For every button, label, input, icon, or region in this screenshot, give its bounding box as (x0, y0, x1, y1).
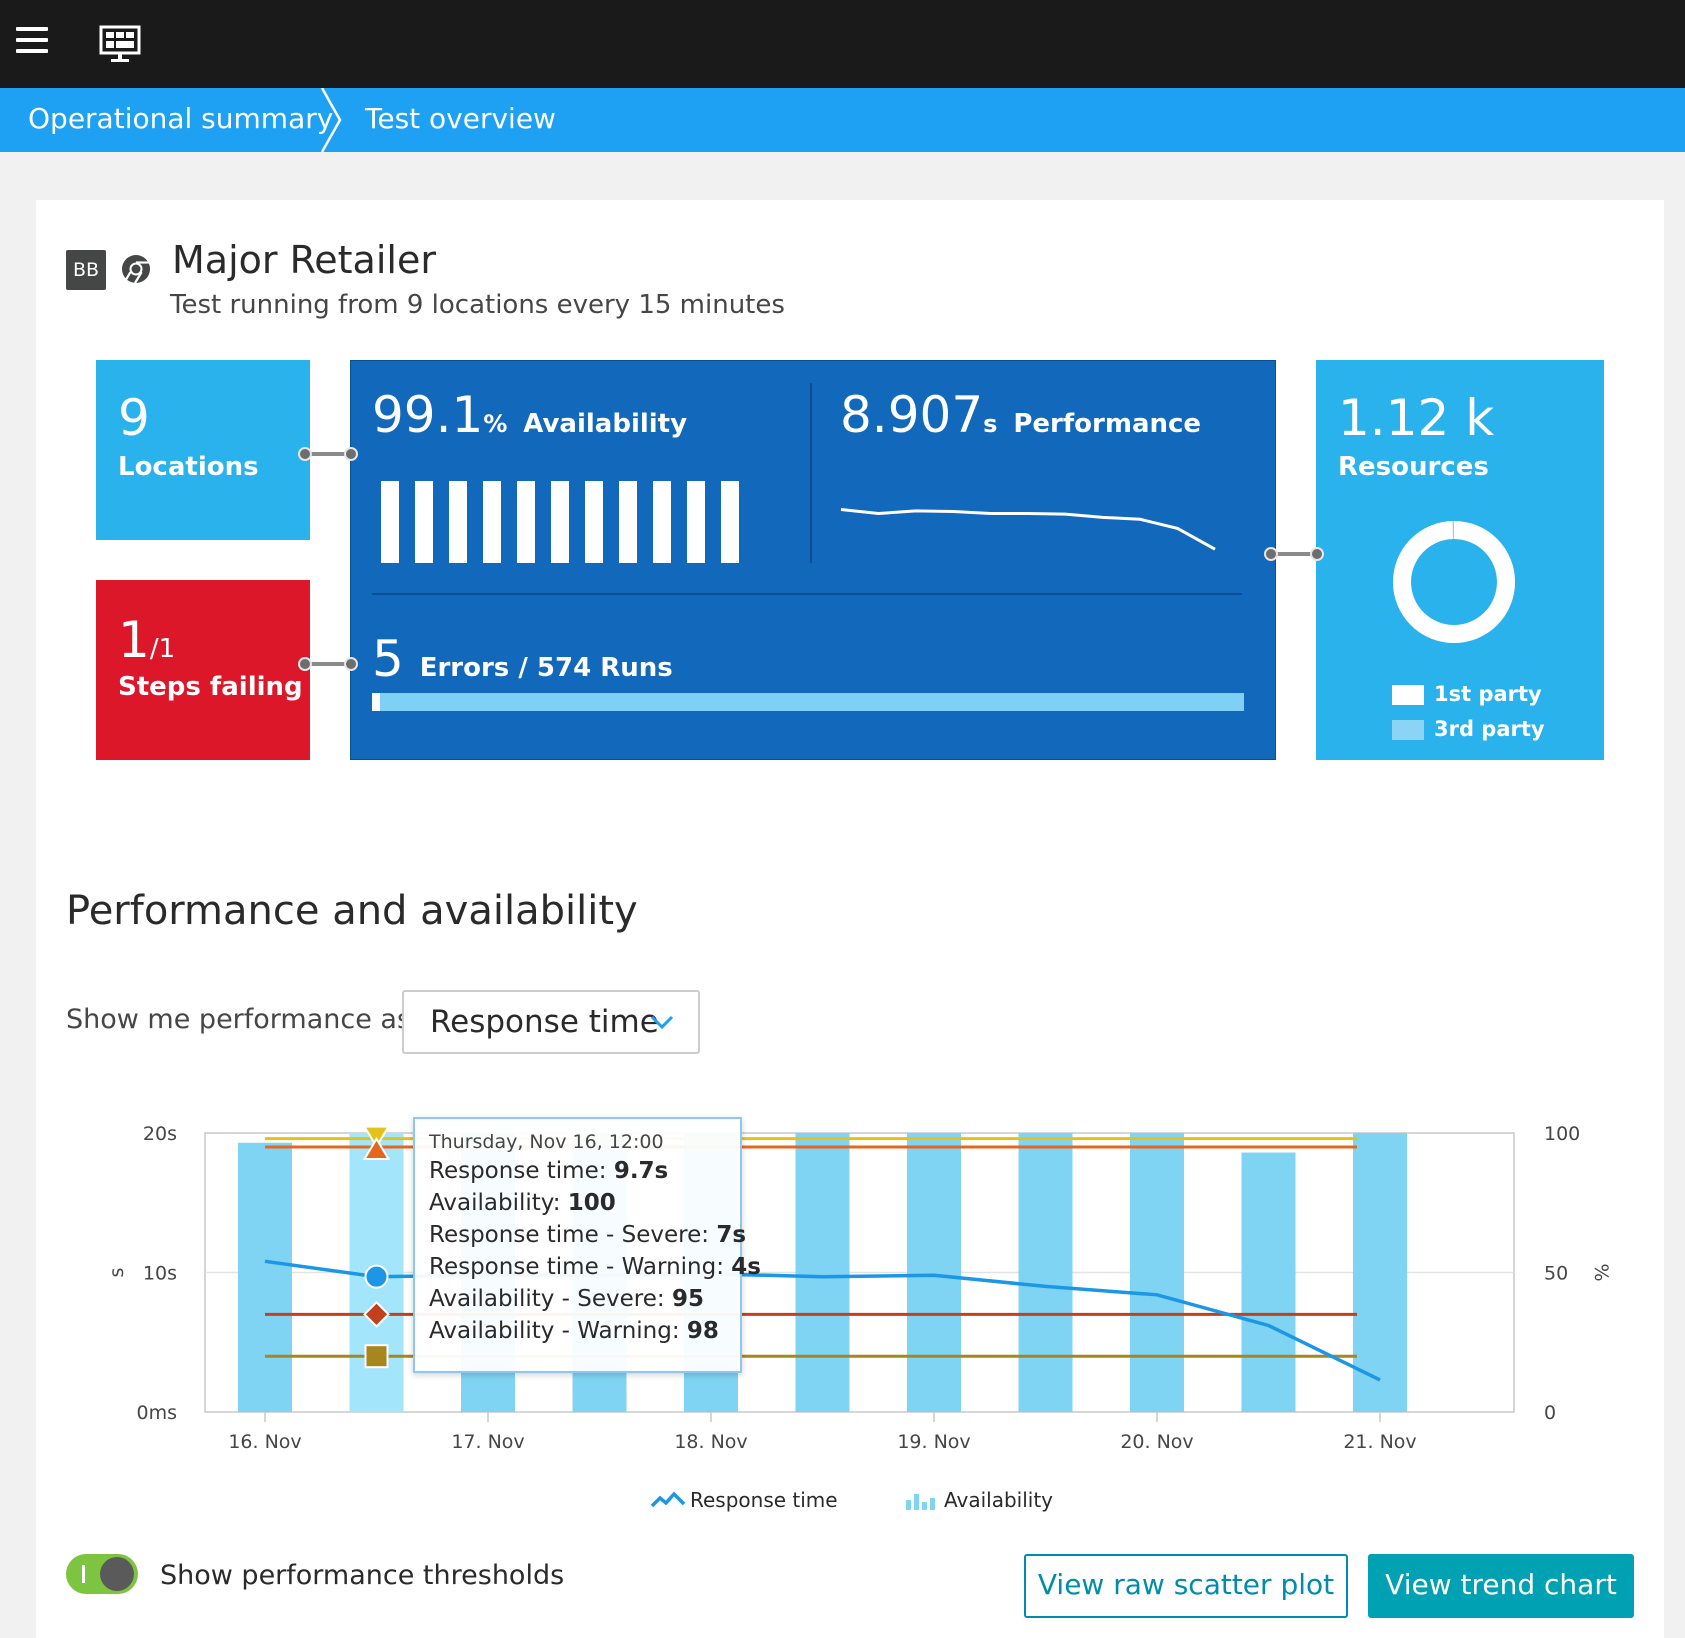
availability-bar (551, 481, 569, 563)
tooltip-row: Response time - Warning: 4s (429, 1254, 761, 1280)
top-bar (0, 0, 1685, 88)
y-right-tick-label: 100 (1544, 1123, 1580, 1145)
monitor-dashboard-icon[interactable] (98, 24, 142, 64)
resources-label: Resources (1338, 452, 1489, 482)
availability-bar-mark (907, 1133, 961, 1412)
availability-bar (483, 481, 501, 563)
availability-bar-mark (1018, 1133, 1073, 1412)
resources-tile[interactable]: 1.12 k Resources 1st party 3rd party (1316, 360, 1604, 760)
availability-bar (517, 481, 535, 563)
tile-divider (810, 383, 812, 563)
connector-locations (298, 446, 358, 462)
y-right-tick-label: 50 (1544, 1263, 1568, 1285)
thresholds-toggle-label: Show performance thresholds (160, 1560, 565, 1591)
chrome-icon (122, 255, 150, 284)
steps-failing-tile[interactable]: 1/1 Steps failing (96, 580, 310, 760)
connector-steps (298, 656, 358, 672)
availability-bar-mark (1241, 1152, 1296, 1412)
test-subtitle: Test running from 9 locations every 15 m… (170, 290, 785, 320)
tooltip-date: Thursday, Nov 16, 12:00 (429, 1131, 664, 1153)
resources-count: 1.12 k (1338, 389, 1495, 447)
toggle-knob (100, 1557, 134, 1591)
chart-tooltip: Thursday, Nov 16, 12:00 Response time: 9… (413, 1117, 761, 1373)
tooltip-row: Availability - Warning: 98 (429, 1318, 719, 1344)
test-title: Major Retailer (172, 238, 436, 282)
performance-sparkline-line (840, 508, 1216, 551)
steps-failing-count: 1/1 (118, 611, 176, 669)
tooltip-row: Availability: 100 (429, 1190, 616, 1216)
section-title: Performance and availability (66, 888, 638, 934)
breadcrumb-operational-summary[interactable]: Operational summary (28, 88, 333, 152)
bar-chart-icon (906, 1494, 935, 1510)
availability-bar-mark (795, 1133, 850, 1412)
performance-sparkline (840, 508, 1216, 551)
availability-bar (585, 481, 603, 563)
tooltip-row: Availability - Severe: 95 (429, 1286, 704, 1312)
thresholds-toggle[interactable] (66, 1554, 138, 1594)
steps-failing-label: Steps failing (118, 672, 303, 702)
errors-progress-bar (372, 693, 1244, 711)
availability-bar (653, 481, 671, 563)
resources-donut (1393, 521, 1515, 643)
view-scatter-plot-button[interactable]: View raw scatter plot (1024, 1554, 1348, 1618)
tooltip-row: Response time: 9.7s (429, 1158, 669, 1184)
legend-availability[interactable]: Availability (906, 1488, 1053, 1512)
performance-value: 8.907s Performance (840, 386, 1202, 444)
availability-bar-mark (238, 1142, 292, 1412)
availability-value: 99.1% Availability (372, 386, 688, 444)
legend-first-party-swatch (1392, 685, 1424, 705)
x-tick-label: 17. Nov (451, 1431, 524, 1453)
performance-metric-select[interactable]: Response time (402, 990, 700, 1054)
donut-first-party (1393, 521, 1515, 643)
response-warning-marker (364, 1344, 389, 1369)
legend-third-party: 3rd party (1434, 717, 1545, 741)
y-tick-label: 20s (143, 1123, 177, 1145)
y-tick-label: 10s (143, 1263, 177, 1285)
availability-bar (415, 481, 433, 563)
locations-tile[interactable]: 9 Locations (96, 360, 310, 540)
availability-bars (381, 481, 751, 563)
y-right-axis-title: % (1590, 1263, 1612, 1281)
availability-bar (687, 481, 705, 563)
legend-first-party: 1st party (1434, 682, 1542, 706)
availability-bar-mark (1130, 1133, 1184, 1412)
errors-value: 5 Errors / 574 Runs (372, 630, 673, 688)
line-chart-icon (650, 1491, 686, 1508)
x-tick-label: 20. Nov (1120, 1431, 1193, 1453)
errors-progress-fill (372, 693, 380, 711)
tile-divider-horizontal (372, 593, 1242, 595)
x-tick-label: 19. Nov (897, 1431, 970, 1453)
x-tick-label: 21. Nov (1343, 1431, 1416, 1453)
legend-response-time[interactable]: Response time (650, 1488, 838, 1512)
availability-bar (449, 481, 467, 563)
locations-label: Locations (118, 452, 259, 482)
x-tick-label: 18. Nov (674, 1431, 747, 1453)
performance-availability-chart[interactable]: 16. Nov 17. Nov 18. Nov 19. Nov 20. Nov 21. N… (90, 1108, 1630, 1468)
x-tick-label: 16. Nov (228, 1431, 301, 1453)
breadcrumb: Operational summary Test overview (0, 88, 1685, 152)
show-performance-label: Show me performance as (66, 1004, 412, 1035)
select-value: Response time (430, 1004, 659, 1040)
breadcrumb-test-overview[interactable]: Test overview (365, 88, 556, 152)
locations-count: 9 (118, 389, 150, 447)
legend-third-party-swatch (1392, 720, 1424, 740)
y-right-tick-label: 0 (1544, 1402, 1556, 1424)
availability-performance-tile[interactable]: 99.1% Availability 8.907s Performance 5 … (350, 360, 1276, 760)
availability-bar (381, 481, 399, 563)
availability-bar (619, 481, 637, 563)
test-type-badge: BB (66, 250, 106, 290)
y-axis-title: s (106, 1268, 128, 1278)
response-time-marker (364, 1264, 389, 1289)
hamburger-menu-icon[interactable] (16, 27, 50, 59)
y-tick-label: 0ms (137, 1402, 178, 1424)
tooltip-row: Response time - Severe: 7s (429, 1222, 747, 1248)
toggle-on-mark (82, 1565, 85, 1583)
connector-resources (1264, 546, 1324, 562)
availability-bar (721, 481, 739, 563)
chevron-down-icon (650, 1015, 674, 1030)
view-trend-chart-button[interactable]: View trend chart (1368, 1554, 1634, 1618)
breadcrumb-separator-icon (320, 88, 342, 152)
